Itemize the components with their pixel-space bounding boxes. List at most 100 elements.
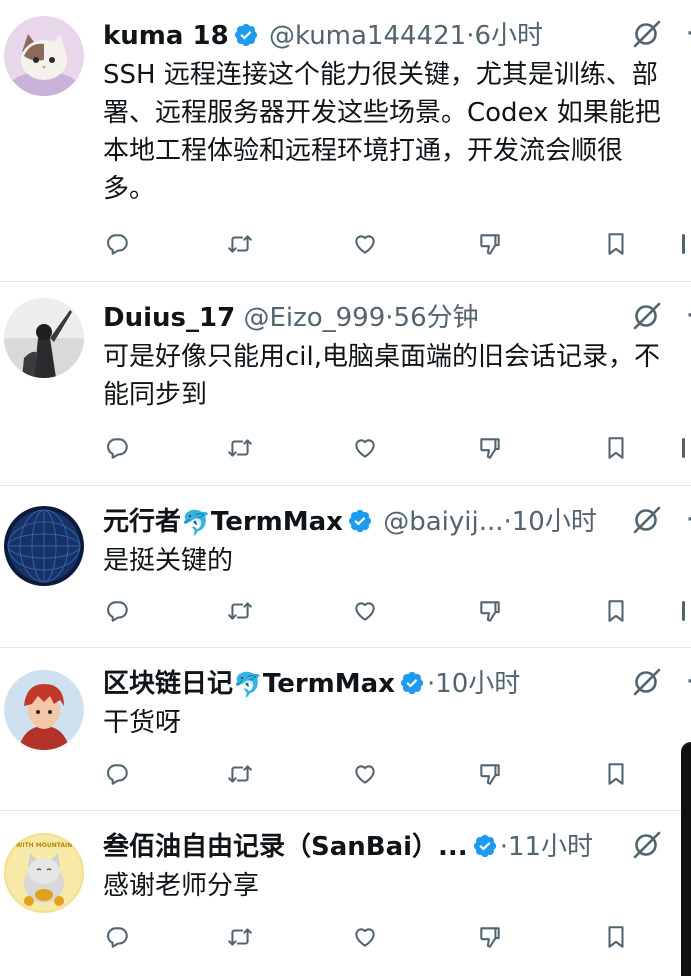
tweet-item[interactable]: Duius_17 @Eizo_999·56分钟 · 可是好像只能用cil,电脑桌… xyxy=(0,282,691,486)
tweet-header: kuma 18 @kuma144421 · 6小时 xyxy=(103,16,691,56)
reply-icon xyxy=(104,924,130,950)
dolphin-icon: 🐬 xyxy=(233,670,263,699)
user-handle[interactable]: @kuma144421 xyxy=(269,21,466,51)
timestamp[interactable]: 10小时 xyxy=(512,507,597,537)
like-icon xyxy=(352,435,378,461)
grok-icon[interactable] xyxy=(631,829,663,861)
retweet-icon xyxy=(227,924,253,950)
timestamp[interactable]: 11小时 xyxy=(508,832,593,862)
dislike-button[interactable] xyxy=(468,589,512,633)
share-icon[interactable] xyxy=(682,234,685,254)
like-button[interactable] xyxy=(343,426,387,470)
cat-avatar[interactable] xyxy=(4,16,84,96)
reply-button[interactable] xyxy=(95,915,139,959)
separator-dot: · xyxy=(503,507,512,537)
bookmark-icon xyxy=(603,435,629,461)
user-name[interactable]: 元行者 xyxy=(103,507,181,537)
device-corner xyxy=(681,742,691,976)
more-icon[interactable]: · xyxy=(686,502,691,538)
retweet-button[interactable] xyxy=(218,426,262,470)
retweet-button[interactable] xyxy=(218,915,262,959)
reply-button[interactable] xyxy=(95,752,139,796)
retweet-icon xyxy=(227,231,253,257)
dislike-button[interactable] xyxy=(468,426,512,470)
separator-dot: · xyxy=(499,832,508,862)
tweet-text: 是挺关键的 xyxy=(103,546,234,576)
share-icon[interactable] xyxy=(682,438,685,458)
action-bar xyxy=(0,589,691,633)
more-icon[interactable]: · xyxy=(686,664,691,700)
tweet-header: 元行者🐬TermMax @baiyij...·10小时 xyxy=(103,502,691,542)
user-handle[interactable]: @Eizo_999 xyxy=(243,303,385,333)
bookmark-button[interactable] xyxy=(594,915,638,959)
retweet-icon xyxy=(227,598,253,624)
retweet-button[interactable] xyxy=(218,752,262,796)
tweet-item[interactable]: WITH MOUNTAIN 叁佰油自由记录（SanBai）...·11小时 · … xyxy=(0,811,691,976)
user-name[interactable]: 叁佰油自由记录（SanBai）... xyxy=(103,832,468,862)
bookmark-icon xyxy=(603,598,629,624)
dislike-button[interactable] xyxy=(468,915,512,959)
bookmark-button[interactable] xyxy=(594,426,638,470)
verified-badge-icon xyxy=(472,833,498,859)
grok-icon[interactable] xyxy=(631,18,663,50)
verified-badge-icon xyxy=(347,508,373,534)
retweet-button[interactable] xyxy=(218,222,262,266)
more-icon[interactable]: · xyxy=(686,16,691,52)
dolphin-icon: 🐬 xyxy=(181,508,211,537)
retweet-button[interactable] xyxy=(218,589,262,633)
action-bar xyxy=(0,222,691,266)
tweet-text: SSH 远程连接这个能力很关键，尤其是训练、部 署、远程服务器开发这些场景。Co… xyxy=(103,60,661,204)
anime-avatar[interactable] xyxy=(4,670,84,750)
grok-icon[interactable] xyxy=(631,666,663,698)
user-name-suffix[interactable]: TermMax xyxy=(263,669,395,699)
knight-avatar[interactable] xyxy=(4,298,84,378)
bookmark-icon xyxy=(603,761,629,787)
user-handle[interactable]: @baiyij... xyxy=(383,507,503,537)
share-icon[interactable] xyxy=(682,601,685,621)
verified-badge-icon xyxy=(399,670,425,696)
like-button[interactable] xyxy=(343,222,387,266)
bookmark-icon xyxy=(603,231,629,257)
like-button[interactable] xyxy=(343,752,387,796)
dislike-icon xyxy=(477,598,503,624)
tweet-item[interactable]: 区块链日记🐬TermMax·10小时 · 干货呀 xyxy=(0,648,691,811)
reply-icon xyxy=(104,435,130,461)
timestamp[interactable]: 6小时 xyxy=(474,21,543,51)
dislike-button[interactable] xyxy=(468,222,512,266)
dislike-icon xyxy=(477,924,503,950)
tweet-item[interactable]: kuma 18 @kuma144421 · 6小时 · SSH 远程连接这个能力很关… xyxy=(0,0,691,282)
action-bar xyxy=(0,426,691,470)
bookmark-icon xyxy=(603,924,629,950)
tweet-item[interactable]: 元行者🐬TermMax @baiyij...·10小时 · 是挺关键的 xyxy=(0,486,691,648)
globe-avatar[interactable] xyxy=(4,506,84,586)
like-button[interactable] xyxy=(343,915,387,959)
bookmark-button[interactable] xyxy=(594,589,638,633)
tweet-header: 区块链日记🐬TermMax ·10小时 xyxy=(103,664,691,704)
dislike-button[interactable] xyxy=(468,752,512,796)
lucky-cat-avatar[interactable]: WITH MOUNTAIN xyxy=(4,833,84,913)
like-icon xyxy=(352,231,378,257)
reply-button[interactable] xyxy=(95,222,139,266)
separator-dot: · xyxy=(426,669,436,699)
timestamp[interactable]: 56分钟 xyxy=(394,303,479,333)
bookmark-button[interactable] xyxy=(594,752,638,796)
like-button[interactable] xyxy=(343,589,387,633)
timestamp[interactable]: 10小时 xyxy=(435,669,520,699)
tweet-header: Duius_17 @Eizo_999·56分钟 xyxy=(103,298,691,338)
verified-badge-icon xyxy=(233,22,259,48)
user-name-suffix[interactable]: TermMax xyxy=(211,507,343,537)
bookmark-button[interactable] xyxy=(594,222,638,266)
user-name[interactable]: 区块链日记 xyxy=(103,669,233,699)
retweet-icon xyxy=(227,435,253,461)
reply-button[interactable] xyxy=(95,426,139,470)
grok-icon[interactable] xyxy=(631,504,663,536)
user-name[interactable]: kuma 18 xyxy=(103,21,229,51)
more-icon[interactable]: · xyxy=(686,298,691,334)
separator-dot: · xyxy=(385,303,394,333)
reply-button[interactable] xyxy=(95,589,139,633)
dislike-icon xyxy=(477,435,503,461)
reply-icon xyxy=(104,231,130,257)
user-name[interactable]: Duius_17 xyxy=(103,303,235,333)
grok-icon[interactable] xyxy=(631,300,663,332)
like-icon xyxy=(352,761,378,787)
